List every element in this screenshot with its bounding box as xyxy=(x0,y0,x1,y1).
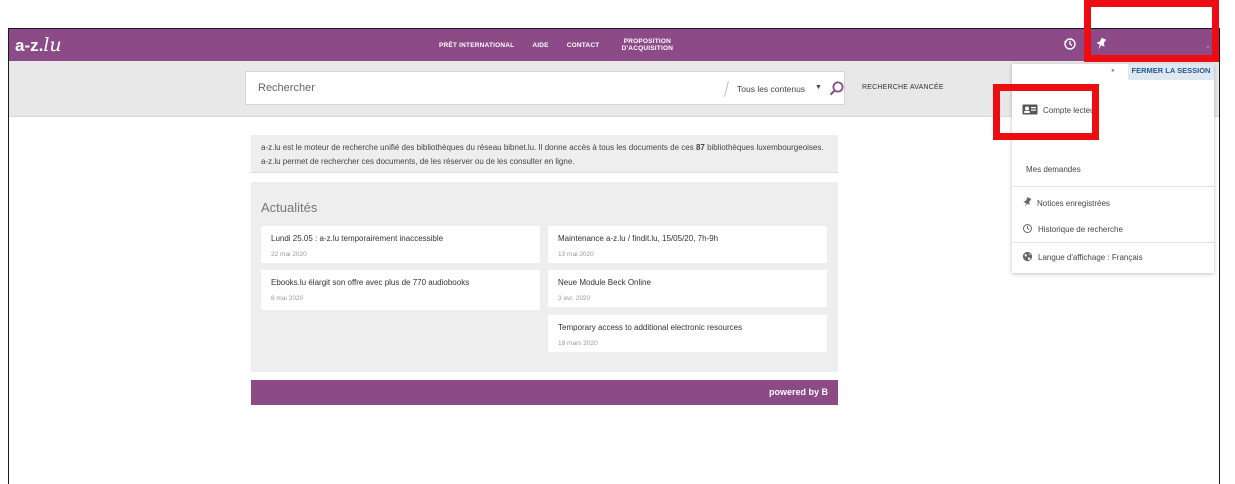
logo-suffix: lu xyxy=(43,34,62,56)
logout-button[interactable]: FERMER LA SESSION xyxy=(1128,64,1214,80)
pin-icon xyxy=(1022,197,1032,210)
nav-aide[interactable]: AIDE xyxy=(532,42,548,49)
search-input[interactable]: Rechercher xyxy=(258,82,315,94)
brand-logo-icon: B xyxy=(821,387,829,397)
news-card[interactable]: Maintenance a-z.lu / findit.lu, 15/05/20… xyxy=(548,226,827,263)
caret-down-icon[interactable]: ▼ xyxy=(815,84,822,91)
nav-pret-international[interactable]: PRÊT INTERNATIONAL xyxy=(439,42,514,49)
powered-by-label: powered by xyxy=(768,387,819,397)
menu-divider xyxy=(1012,242,1214,243)
main-nav: PRÊT INTERNATIONAL AIDE CONTACT PROPOSIT… xyxy=(439,29,677,61)
search-icon[interactable] xyxy=(829,81,844,101)
news-date: 8 mai 2020 xyxy=(271,295,304,302)
search-divider xyxy=(724,81,729,97)
news-title[interactable]: Maintenance a-z.lu / findit.lu, 15/05/20… xyxy=(558,234,817,243)
powered-by-text: powered by B xyxy=(769,387,828,397)
news-title[interactable]: Temporary access to additional electroni… xyxy=(558,323,817,332)
highlight-box-top-right xyxy=(1084,0,1219,62)
news-title[interactable]: Ebooks.lu élargit son offre avec plus de… xyxy=(271,278,530,287)
menu-item-label: Langue d'affichage : Français xyxy=(1038,253,1143,262)
dot-icon: ● xyxy=(1111,68,1115,74)
news-card[interactable]: Temporary access to additional electroni… xyxy=(548,315,827,352)
news-card[interactable]: Ebooks.lu élargit son offre avec plus de… xyxy=(261,270,540,310)
menu-item-label: Historique de recherche xyxy=(1038,225,1123,234)
highlight-box-compte xyxy=(993,84,1099,140)
news-date: 18 mars 2020 xyxy=(558,340,598,347)
menu-item-historique[interactable]: Historique de recherche xyxy=(1022,223,1123,236)
logo[interactable]: a-z.lu xyxy=(15,34,62,56)
news-heading: Actualités xyxy=(261,200,318,215)
library-count: 87 xyxy=(695,143,705,152)
powered-by-bar: powered by B xyxy=(251,380,838,405)
scope-select[interactable]: Tous les contenus xyxy=(737,84,805,94)
news-title[interactable]: Lundi 25.05 : a-z.lu temporairement inac… xyxy=(271,234,530,243)
top-bar: a-z.lu PRÊT INTERNATIONAL AIDE CONTACT P… xyxy=(9,29,1219,61)
news-panel: Actualités Lundi 25.05 : a-z.lu temporai… xyxy=(251,182,838,372)
nav-proposition-acquisition[interactable]: PROPOSITION D'ACQUISITION xyxy=(617,38,677,52)
menu-item-mes-demandes[interactable]: Mes demandes xyxy=(1026,165,1081,174)
news-date: 3 avr. 2020 xyxy=(558,295,591,302)
history-icon xyxy=(1022,223,1033,236)
intro-text: a-z.lu est le moteur de recherche unifié… xyxy=(261,143,696,152)
menu-item-label: Mes demandes xyxy=(1026,165,1081,174)
menu-item-label: Notices enregistrées xyxy=(1037,199,1110,208)
news-card[interactable]: Lundi 25.05 : a-z.lu temporairement inac… xyxy=(261,226,540,263)
news-card[interactable]: Neue Module Beck Online 3 avr. 2020 xyxy=(548,270,827,307)
news-date: 22 mai 2020 xyxy=(271,251,307,258)
logo-main: a-z. xyxy=(15,36,44,55)
globe-icon xyxy=(1022,251,1033,264)
menu-divider xyxy=(1012,186,1214,187)
intro-panel: a-z.lu est le moteur de recherche unifié… xyxy=(251,135,838,173)
history-icon[interactable] xyxy=(1063,37,1077,51)
nav-contact[interactable]: CONTACT xyxy=(567,42,600,49)
menu-item-notices[interactable]: Notices enregistrées xyxy=(1022,197,1110,210)
advanced-search-link[interactable]: RECHERCHE AVANCÉE xyxy=(862,84,944,91)
menu-item-langue[interactable]: Langue d'affichage : Français xyxy=(1022,251,1143,264)
search-box: Rechercher Tous les contenus ▼ xyxy=(245,71,845,105)
news-title[interactable]: Neue Module Beck Online xyxy=(558,278,817,287)
news-date: 13 mai 2020 xyxy=(558,251,594,258)
